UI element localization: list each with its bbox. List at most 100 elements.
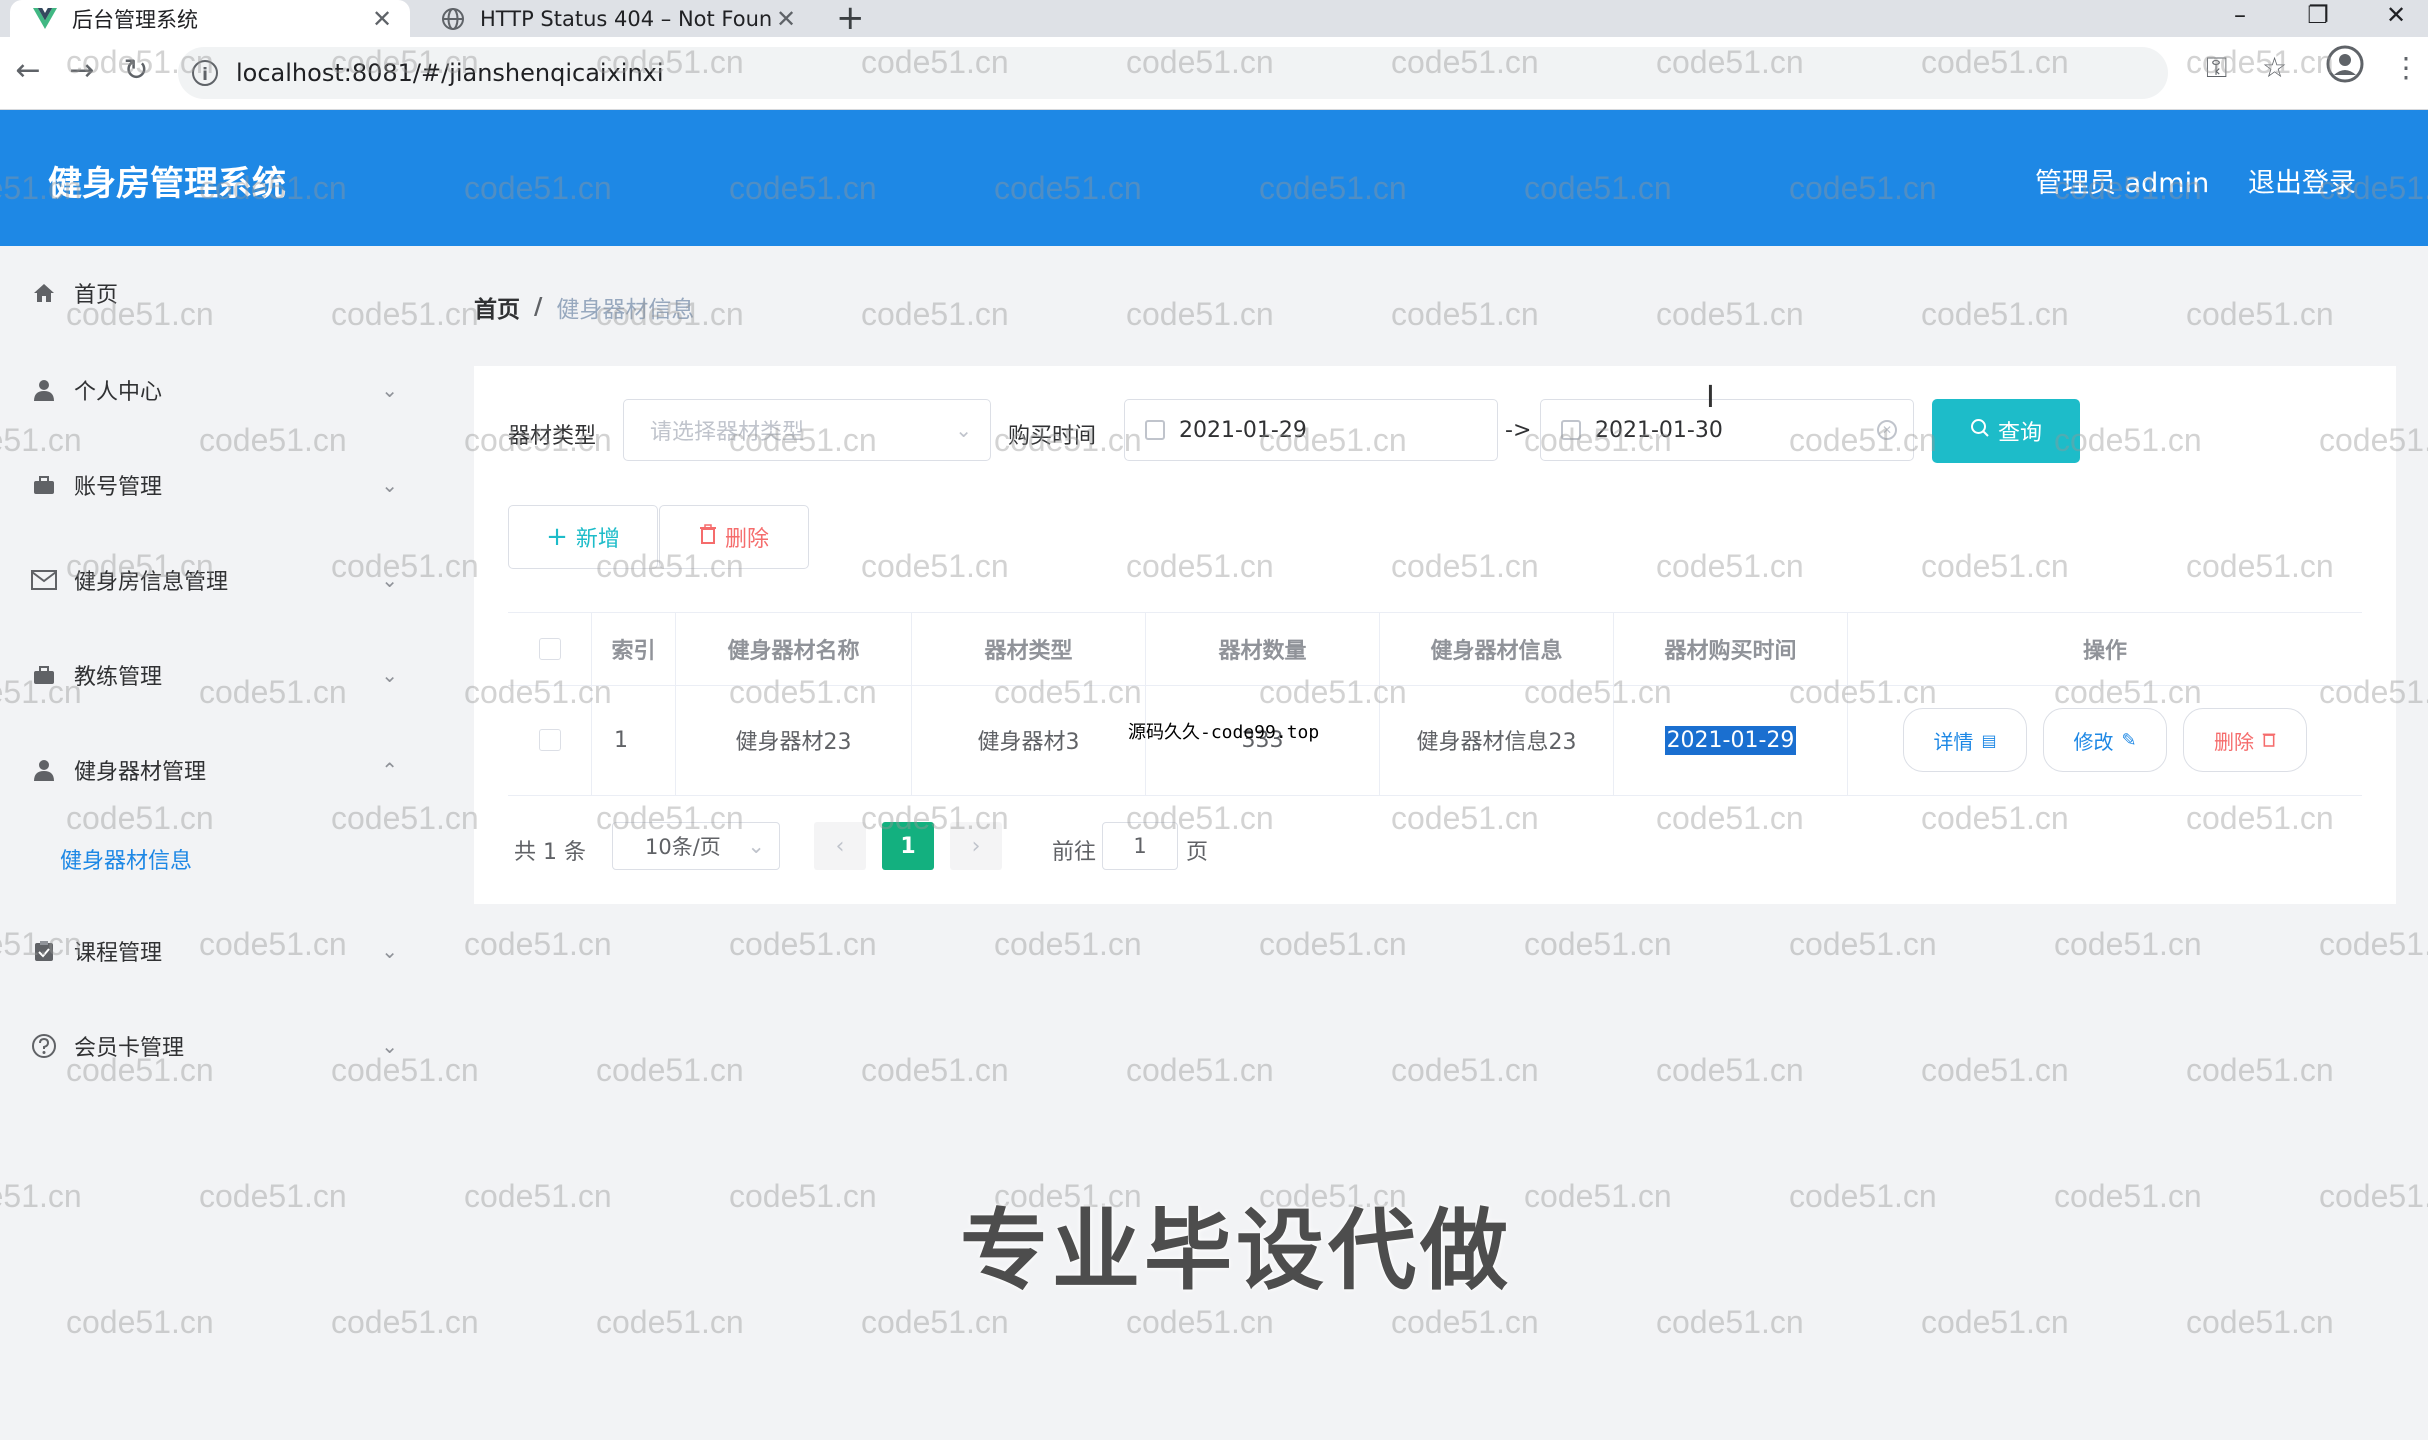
key-icon[interactable]: ⚿ bbox=[2206, 51, 2227, 85]
vue-logo-icon bbox=[32, 6, 58, 32]
sidebar-item-label: 首页 bbox=[74, 283, 119, 308]
type-select[interactable]: 请选择器材类型 ⌄ bbox=[623, 399, 991, 461]
chevron-down-icon: ⌄ bbox=[381, 663, 398, 687]
cell-info: 健身器材信息23 bbox=[1380, 685, 1614, 795]
forward-icon[interactable]: → bbox=[60, 49, 104, 93]
add-button[interactable]: + 新增 bbox=[508, 505, 658, 569]
detail-button[interactable]: 详情 ▤ bbox=[1903, 708, 2027, 772]
clear-icon[interactable]: ✕ bbox=[1877, 420, 1897, 440]
trash-icon bbox=[699, 524, 717, 550]
date-filter-label: 购买时间 bbox=[1008, 424, 1097, 449]
watermark-text: code51.cn bbox=[1126, 1304, 1274, 1340]
url-field[interactable]: i localhost:8081/#/jianshenqicaixinxi bbox=[178, 47, 2168, 99]
sidebar-item-label: 课程管理 bbox=[74, 941, 163, 966]
detail-button-label: 详情 bbox=[1933, 729, 1974, 754]
close-tab-icon[interactable]: ✕ bbox=[368, 5, 396, 33]
pencil-icon: ✎ bbox=[2121, 729, 2137, 751]
sidebar-item-profile[interactable]: 个人中心 ⌄ bbox=[0, 360, 420, 420]
sidebar-item-gym-info[interactable]: 健身房信息管理 ⌄ bbox=[0, 550, 420, 610]
cell-type: 健身器材3 bbox=[912, 685, 1146, 795]
browser-menu-icon[interactable]: ⋮ bbox=[2392, 51, 2420, 84]
breadcrumb: 首页 / 健身器材信息 bbox=[474, 290, 694, 324]
sidebar-item-label: 教练管理 bbox=[74, 665, 163, 690]
watermark-text: code51.cn bbox=[1391, 296, 1539, 332]
add-button-label: 新增 bbox=[575, 527, 620, 552]
row-checkbox[interactable] bbox=[538, 729, 561, 751]
row-select-cell bbox=[508, 685, 592, 795]
watermark-text: code51.cn bbox=[1391, 1304, 1539, 1340]
sidebar-item-equipment[interactable]: 健身器材管理 ⌃ bbox=[0, 740, 420, 800]
watermark-text: code51.cn bbox=[1524, 926, 1672, 962]
sidebar-subitem-equipment-info[interactable]: 健身器材信息 bbox=[60, 843, 192, 875]
chevron-right-icon: › bbox=[971, 833, 981, 859]
reload-icon[interactable]: ↻ bbox=[114, 49, 158, 93]
cell-index: 1 bbox=[592, 685, 676, 795]
watermark-text: code51.cn bbox=[729, 926, 877, 962]
current-page[interactable]: 1 bbox=[882, 822, 934, 870]
query-button-label: 查询 bbox=[1997, 421, 2042, 446]
row-delete-button[interactable]: 删除 bbox=[2183, 708, 2307, 772]
close-tab-icon[interactable]: ✕ bbox=[772, 5, 800, 33]
window-close-button[interactable]: ✕ bbox=[2366, 0, 2426, 37]
type-filter-label: 器材类型 bbox=[508, 424, 597, 449]
watermark-text: code51.cn bbox=[1524, 1178, 1672, 1214]
user-icon bbox=[30, 376, 58, 404]
cell-actions: 详情 ▤ 修改 ✎ 删除 bbox=[1848, 685, 2362, 795]
logout-link[interactable]: 退出登录 bbox=[2248, 161, 2356, 200]
mail-icon bbox=[30, 566, 58, 594]
sidebar-item-coaches[interactable]: 教练管理 ⌄ bbox=[0, 645, 420, 705]
watermark-text: code51.cn bbox=[729, 1178, 877, 1214]
briefcase-icon bbox=[30, 661, 58, 689]
sidebar-item-home[interactable]: 首页 bbox=[0, 263, 420, 323]
watermark-text: code51.cn bbox=[2186, 1052, 2334, 1088]
chevron-down-icon: ⌄ bbox=[381, 1034, 398, 1058]
chevron-up-icon: ⌃ bbox=[381, 758, 398, 782]
sidebar-item-courses[interactable]: 课程管理 ⌄ bbox=[0, 921, 420, 981]
edit-button[interactable]: 修改 ✎ bbox=[2043, 708, 2167, 772]
chevron-left-icon: ‹ bbox=[835, 833, 845, 859]
pagination-total: 共 1 条 bbox=[514, 840, 586, 865]
sidebar-item-label: 个人中心 bbox=[74, 380, 163, 405]
sidebar-item-accounts[interactable]: 账号管理 ⌄ bbox=[0, 455, 420, 515]
select-all-checkbox[interactable] bbox=[538, 638, 561, 660]
browser-tab-404[interactable]: HTTP Status 404 – Not Found ✕ bbox=[418, 0, 814, 37]
date-end-input[interactable]: 2021-01-30 ✕ bbox=[1540, 399, 1914, 461]
minimize-button[interactable]: – bbox=[2210, 0, 2270, 37]
sidebar-item-member-cards[interactable]: 会员卡管理 ⌄ bbox=[0, 1016, 420, 1076]
watermark-text: code51.cn bbox=[596, 1052, 744, 1088]
next-page-button[interactable]: › bbox=[950, 822, 1002, 870]
app-title: 健身房管理系统 bbox=[48, 164, 286, 204]
col-header: 器材类型 bbox=[912, 613, 1146, 685]
prev-page-button[interactable]: ‹ bbox=[814, 822, 866, 870]
date-start-input[interactable]: 2021-01-29 bbox=[1124, 399, 1498, 461]
user-icon bbox=[30, 756, 58, 784]
back-icon[interactable]: ← bbox=[6, 49, 50, 93]
breadcrumb-home[interactable]: 首页 bbox=[474, 290, 520, 324]
watermark-text: code51.cn bbox=[1656, 1052, 1804, 1088]
calendar-icon bbox=[1145, 420, 1165, 440]
goto-page-input[interactable]: 1 bbox=[1102, 822, 1178, 870]
col-header: 器材购买时间 bbox=[1614, 613, 1848, 685]
chevron-down-icon: ⌄ bbox=[381, 568, 398, 592]
chevron-down-icon: ⌄ bbox=[381, 378, 398, 402]
watermark-text: code51.cn bbox=[1921, 296, 2069, 332]
watermark-text: code51.cn bbox=[1789, 926, 1937, 962]
profile-avatar-icon[interactable] bbox=[2326, 45, 2364, 90]
sidebar-item-label: 账号管理 bbox=[74, 475, 163, 500]
app-header: 健身房管理系统 管理员 admin 退出登录 bbox=[0, 110, 2428, 246]
new-tab-button[interactable]: + bbox=[836, 0, 865, 37]
home-icon bbox=[30, 279, 58, 307]
batch-delete-button[interactable]: 删除 bbox=[659, 505, 809, 569]
site-info-icon[interactable]: i bbox=[192, 60, 218, 86]
watermark-text: code51.cn bbox=[1259, 926, 1407, 962]
query-button[interactable]: 查询 bbox=[1932, 399, 2080, 463]
date-end-value: 2021-01-30 bbox=[1595, 417, 1723, 443]
bookmark-star-icon[interactable]: ☆ bbox=[2262, 51, 2287, 84]
watermark-text: code51.cn bbox=[2319, 926, 2428, 962]
col-header: 索引 bbox=[592, 613, 676, 685]
maximize-button[interactable]: ❐ bbox=[2288, 0, 2348, 37]
watermark-text: code51.cn bbox=[2054, 926, 2202, 962]
page-size-select[interactable]: 10条/页 ⌄ bbox=[612, 822, 780, 870]
browser-tab-admin[interactable]: 后台管理系统 ✕ bbox=[10, 0, 410, 37]
goto-prefix: 前往 bbox=[1052, 840, 1097, 865]
